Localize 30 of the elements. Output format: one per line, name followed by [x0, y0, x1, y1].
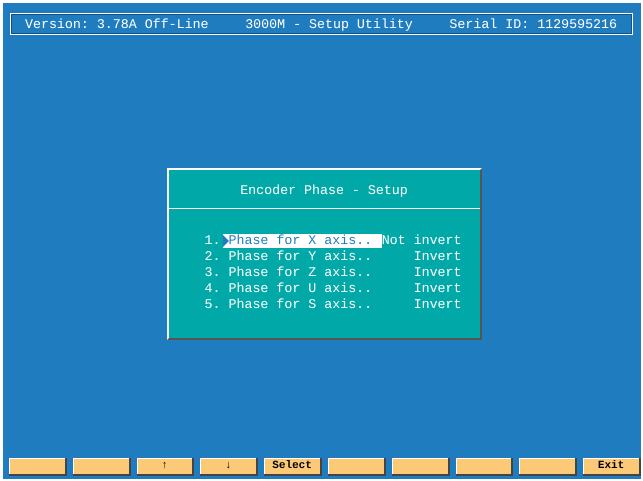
function-key[interactable] [328, 458, 386, 476]
menu-item[interactable]: Phase for U axis.. [222, 282, 382, 296]
menu-item[interactable]: Phase for X axis.. [222, 234, 382, 248]
item-number: 4. [204, 281, 222, 296]
function-key[interactable] [72, 458, 131, 476]
function-key[interactable] [456, 458, 514, 476]
item-number: 5. [204, 297, 222, 312]
item-value: Invert [412, 281, 462, 296]
function-key[interactable] [519, 458, 578, 476]
item-value: Not invert [382, 233, 462, 248]
serial-id: Serial ID: 1129595216 [449, 16, 617, 32]
dialog-title: Encoder Phase - Setup [239, 182, 409, 200]
version-label: Version: 3.78A Off-Line [25, 16, 209, 32]
function-key[interactable]: ↑ [136, 458, 194, 476]
item-number: 2. [204, 249, 222, 264]
pointer-icon [222, 234, 228, 246]
item-value: Invert [412, 297, 462, 312]
function-key[interactable]: Select [264, 458, 322, 476]
menu-item[interactable]: Phase for Y axis.. [222, 250, 382, 264]
item-number: 3. [204, 265, 222, 280]
function-key[interactable] [9, 458, 67, 476]
function-key[interactable]: Exit [583, 458, 641, 476]
item-value: Invert [412, 265, 462, 280]
menu-item[interactable]: Phase for Z axis.. [222, 266, 382, 280]
function-key[interactable]: ↓ [200, 458, 258, 476]
item-number: 1. [204, 233, 222, 248]
item-value: Invert [412, 249, 462, 264]
menu-item[interactable]: Phase for S axis.. [222, 298, 382, 312]
app-title: 3000M - Setup Utility [245, 16, 413, 32]
function-key[interactable] [392, 458, 450, 476]
